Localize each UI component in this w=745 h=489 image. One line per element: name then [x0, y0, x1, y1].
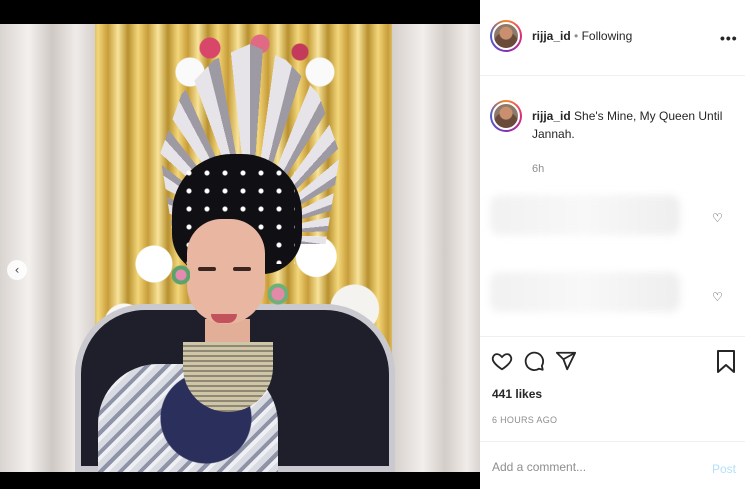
- post-timestamp: 6 HOURS AGO: [492, 415, 558, 425]
- post-button[interactable]: Post: [712, 462, 736, 476]
- comment-icon[interactable]: [523, 350, 545, 372]
- share-icon[interactable]: [555, 350, 577, 372]
- bottom-black-bar: [0, 472, 480, 489]
- curtain-right: [392, 24, 480, 472]
- heart-outline-icon[interactable]: ♡: [712, 211, 723, 225]
- chevron-left-icon[interactable]: ‹: [7, 260, 27, 280]
- bookmark-icon[interactable]: [716, 350, 736, 374]
- hair-flower-right: [268, 279, 288, 309]
- likes-count[interactable]: 441 likes: [492, 387, 542, 401]
- comment-input[interactable]: [492, 460, 692, 474]
- header-text: rijja_id • Following: [532, 29, 632, 43]
- following-button[interactable]: Following: [582, 29, 633, 43]
- face: [187, 219, 265, 324]
- post-header: rijja_id • Following •••: [480, 0, 745, 76]
- caption-avatar[interactable]: [490, 100, 522, 132]
- comment-box: Post: [480, 441, 745, 489]
- comment-blurred-2: [490, 272, 680, 312]
- hair-flower-left: [172, 264, 190, 286]
- avatar[interactable]: [490, 20, 522, 52]
- post-side-panel: rijja_id • Following ••• rijja_id She's …: [480, 0, 745, 489]
- heart-icon[interactable]: [491, 350, 513, 372]
- caption-time: 6h: [532, 163, 545, 175]
- post-actions: 441 likes 6 HOURS AGO: [480, 336, 745, 441]
- post-photo[interactable]: ‹: [0, 24, 480, 472]
- avatar-image: [492, 22, 520, 50]
- header-username[interactable]: rijja_id: [532, 29, 571, 43]
- left-eye: [198, 267, 216, 271]
- header-separator: •: [574, 29, 579, 43]
- more-options-icon[interactable]: •••: [720, 30, 738, 46]
- heart-outline-icon[interactable]: ♡: [712, 290, 723, 304]
- caption: rijja_id She's Mine, My Queen Until Jann…: [532, 107, 737, 143]
- caption-username[interactable]: rijja_id: [532, 109, 571, 123]
- comment-blurred-1: [490, 195, 680, 235]
- right-eye: [233, 267, 251, 271]
- caption-avatar-image: [492, 102, 520, 130]
